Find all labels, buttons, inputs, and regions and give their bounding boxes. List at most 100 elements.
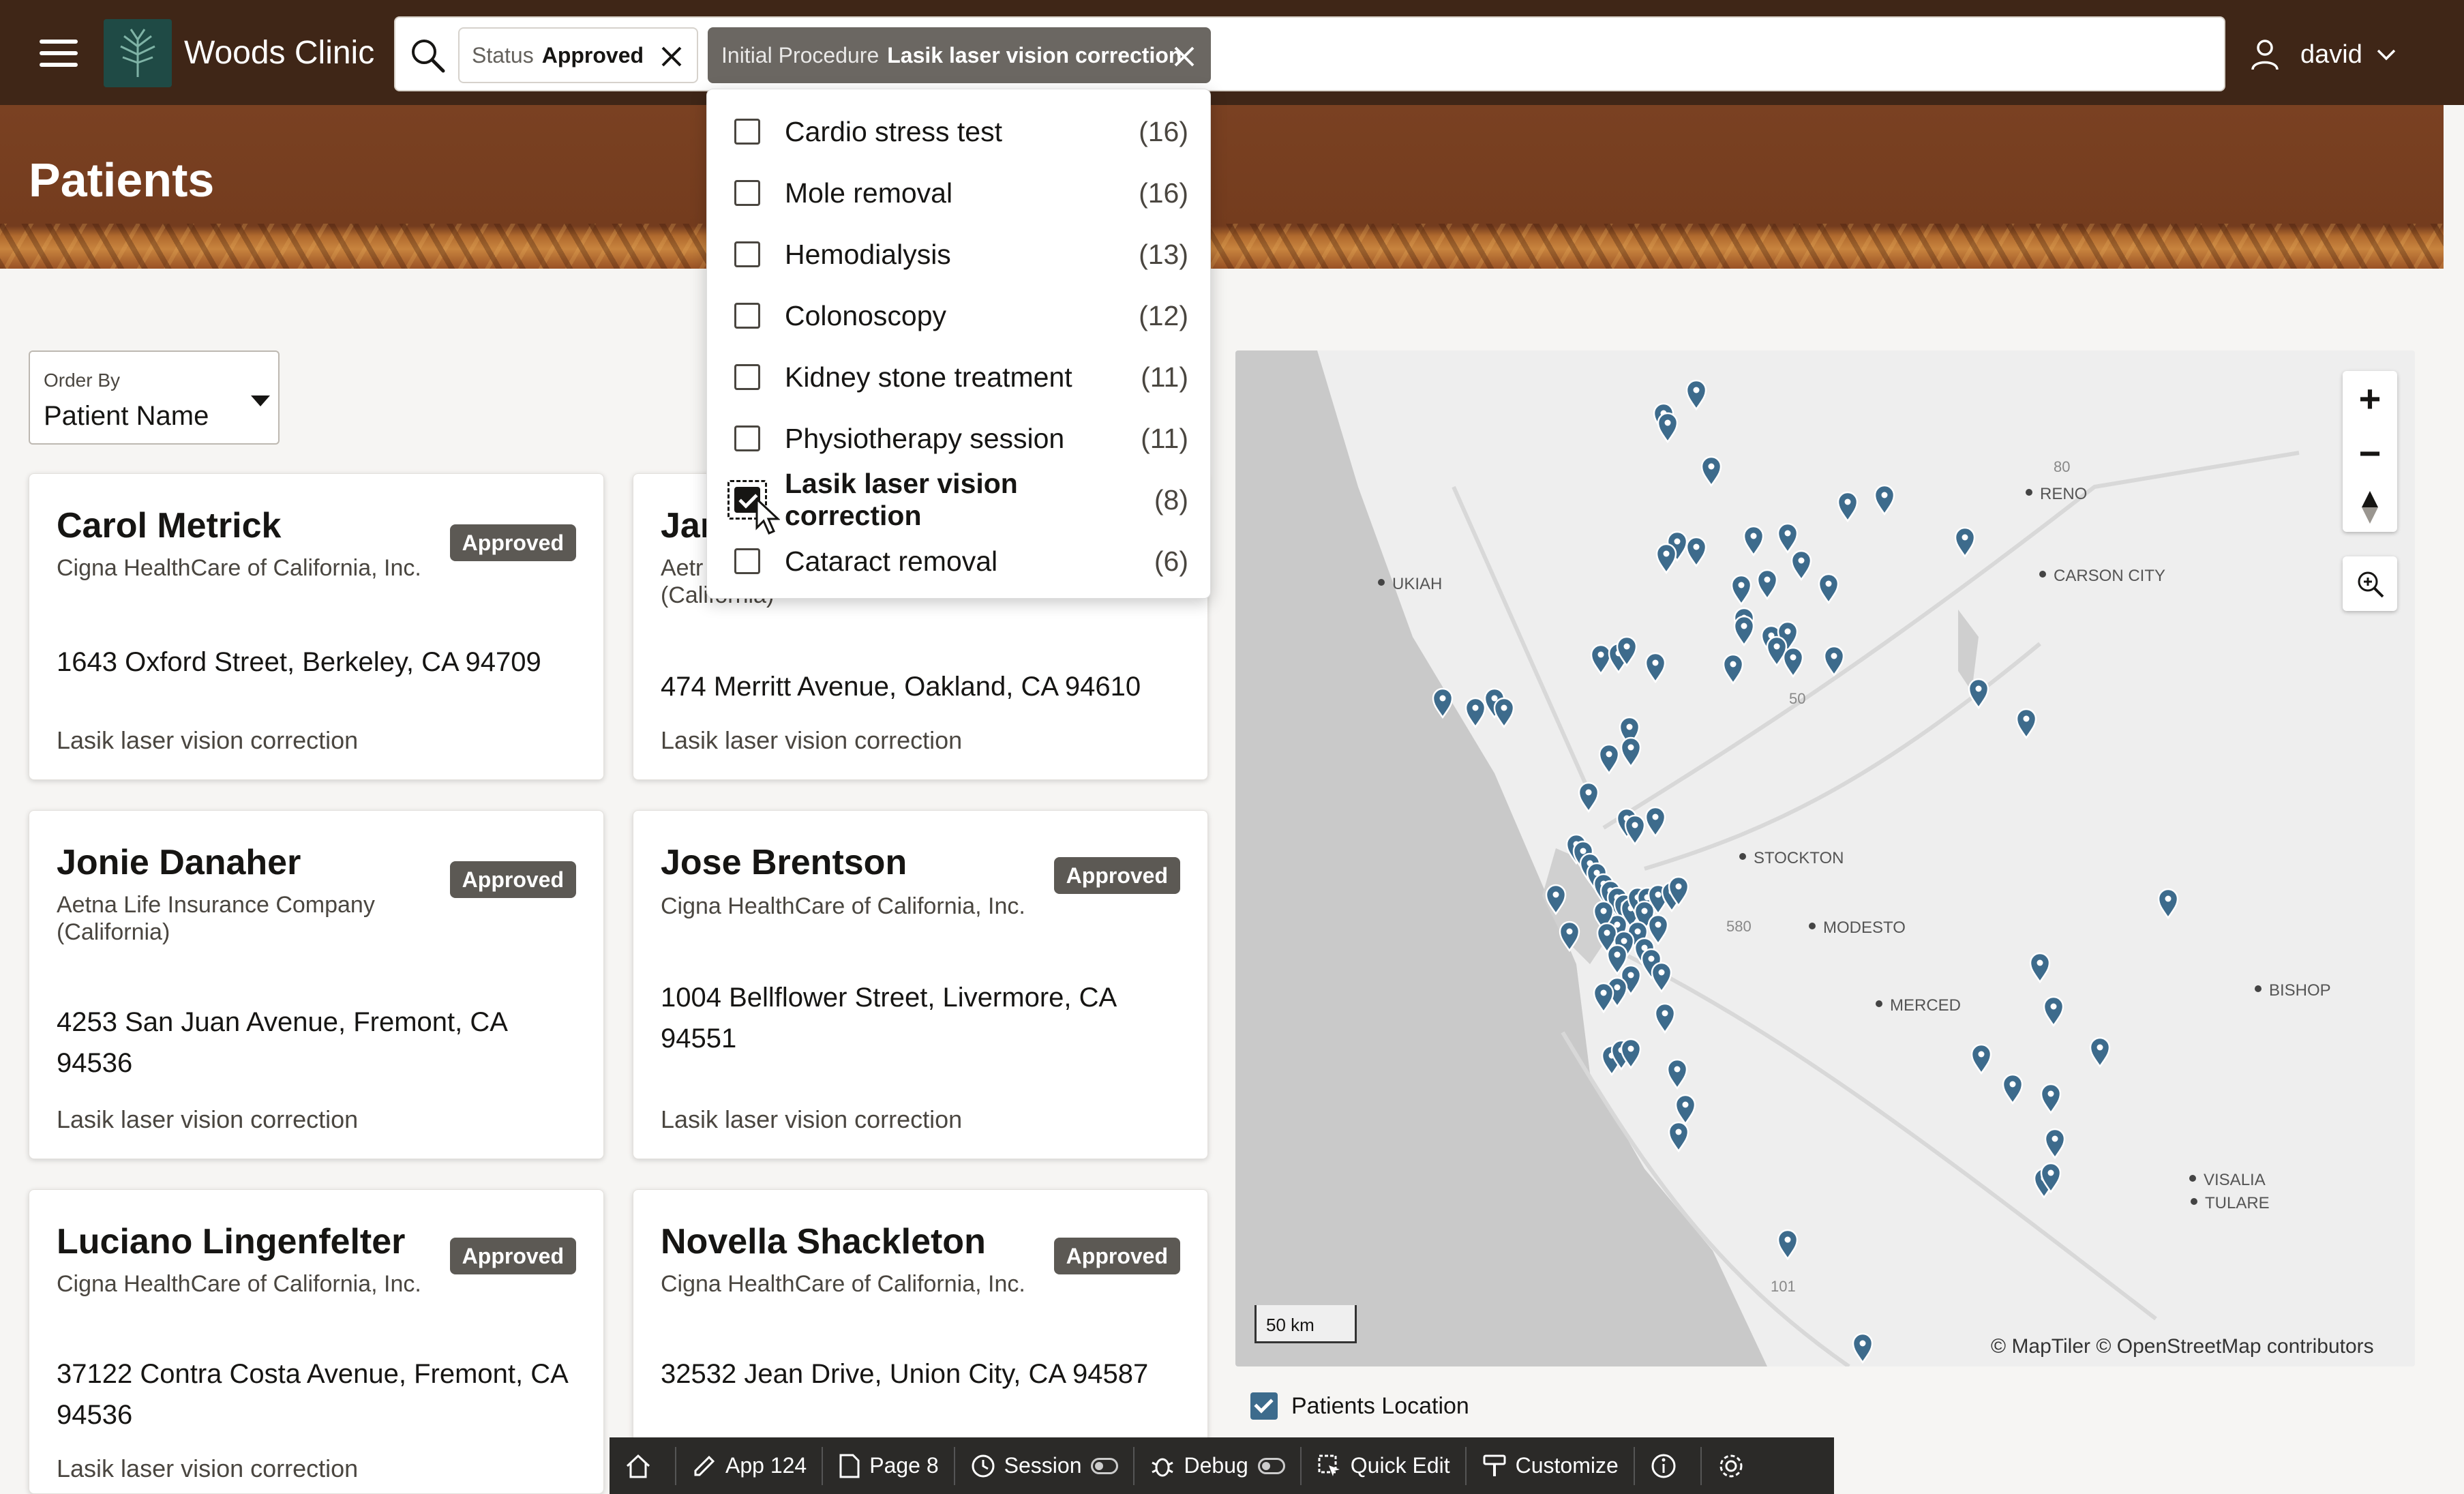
patient-marker[interactable] xyxy=(1624,814,1646,846)
patient-marker[interactable] xyxy=(1777,1229,1799,1261)
patient-marker[interactable] xyxy=(1644,652,1666,684)
patient-marker[interactable] xyxy=(2044,1128,2066,1160)
procedure-option[interactable]: Hemodialysis (13) xyxy=(734,227,1212,282)
option-checkbox[interactable] xyxy=(734,303,760,329)
patient-marker[interactable] xyxy=(1852,1332,1874,1364)
procedure-option[interactable]: Kidney stone treatment (11) xyxy=(734,350,1212,404)
filter-chip-procedure[interactable]: Initial Procedure Lasik laser vision cor… xyxy=(708,27,1211,83)
patient-card[interactable]: Luciano Lingenfelter Approved Cigna Heal… xyxy=(29,1189,604,1494)
patient-marker[interactable] xyxy=(2043,996,2064,1028)
map-canvas[interactable]: UKIAH RENO CARSON CITY STOCKTON MODESTO MERCE… xyxy=(1235,350,2415,1366)
patient-marker[interactable] xyxy=(1790,550,1812,582)
option-checkbox[interactable] xyxy=(734,180,760,206)
legend-checkbox[interactable] xyxy=(1250,1392,1278,1420)
order-by-select[interactable]: Order By Patient Name xyxy=(29,350,280,445)
procedure-option[interactable]: Lasik laser vision correction (8) xyxy=(727,468,1212,531)
patient-marker[interactable] xyxy=(1730,574,1752,606)
home-button[interactable] xyxy=(610,1437,675,1494)
patient-marker[interactable] xyxy=(1647,914,1669,946)
patient-marker[interactable] xyxy=(1743,525,1764,557)
app-button[interactable]: App 124 xyxy=(676,1437,822,1494)
zoom-fit-button[interactable] xyxy=(2343,556,2397,611)
close-icon[interactable] xyxy=(656,41,687,72)
procedure-option[interactable]: Colonoscopy (12) xyxy=(734,288,1212,343)
patient-marker[interactable] xyxy=(2089,1036,2111,1069)
zoom-out-button[interactable]: − xyxy=(2343,425,2397,480)
patient-marker[interactable] xyxy=(1598,743,1620,775)
patient-card[interactable]: Jonie Danaher Approved Aetna Life Insura… xyxy=(29,810,604,1159)
patient-marker[interactable] xyxy=(1756,569,1778,601)
compass-button[interactable] xyxy=(2343,480,2397,535)
patient-marker[interactable] xyxy=(1874,484,1895,516)
info-button[interactable] xyxy=(1635,1437,1700,1494)
patient-marker[interactable] xyxy=(1674,1094,1696,1126)
session-button[interactable]: Session xyxy=(955,1437,1134,1494)
patient-marker[interactable] xyxy=(1620,736,1642,768)
patient-marker[interactable] xyxy=(1700,455,1722,488)
patient-name: Luciano Lingenfelter xyxy=(57,1222,406,1261)
option-count: (11) xyxy=(1141,422,1188,454)
page-button[interactable]: Page 8 xyxy=(823,1437,953,1494)
search-bar[interactable]: Status Approved Initial Procedure Lasik … xyxy=(394,16,2225,91)
customize-button[interactable]: Customize xyxy=(1467,1437,1634,1494)
option-checkbox[interactable] xyxy=(734,548,760,574)
settings-button[interactable] xyxy=(1702,1437,1769,1494)
patient-marker[interactable] xyxy=(1493,697,1515,729)
patient-marker[interactable] xyxy=(1464,697,1486,729)
menu-icon[interactable] xyxy=(40,40,78,67)
patient-marker[interactable] xyxy=(1823,645,1845,677)
patient-marker[interactable] xyxy=(1837,491,1859,523)
filter-chip-status[interactable]: Status Approved xyxy=(458,27,698,83)
marker-dot xyxy=(1844,498,1851,505)
patient-marker[interactable] xyxy=(1685,379,1707,411)
procedure-option[interactable]: Physiotherapy session (11) xyxy=(734,411,1212,466)
session-toggle[interactable] xyxy=(1091,1457,1119,1474)
patient-card[interactable]: Carol Metrick Approved Cigna HealthCare … xyxy=(29,473,604,780)
user-menu[interactable]: david xyxy=(2250,34,2441,75)
compass-icon xyxy=(2362,491,2378,524)
debug-button[interactable]: Debug xyxy=(1135,1437,1299,1494)
map-fit-controls xyxy=(2343,556,2397,611)
patient-card[interactable]: Jose Brentson Approved Cigna HealthCare … xyxy=(633,810,1208,1159)
patient-marker[interactable] xyxy=(1590,644,1612,676)
option-checkbox[interactable] xyxy=(734,241,760,267)
app-name[interactable]: Woods Clinic xyxy=(184,34,374,72)
close-icon[interactable] xyxy=(1169,41,1200,72)
patient-marker[interactable] xyxy=(1782,646,1804,678)
mouse-cursor-icon xyxy=(755,498,780,535)
option-checkbox[interactable] xyxy=(734,119,760,145)
patient-marker[interactable] xyxy=(2157,888,2179,920)
patient-name: Carol Metrick xyxy=(57,506,282,546)
patients-location-toggle[interactable]: Patients Location xyxy=(1250,1392,1469,1420)
patient-marker[interactable] xyxy=(2029,952,2051,984)
procedure-option[interactable]: Cardio stress test (16) xyxy=(734,104,1212,159)
patient-marker[interactable] xyxy=(1970,1043,1992,1075)
debug-toggle[interactable] xyxy=(1257,1457,1285,1474)
patient-marker[interactable] xyxy=(1722,653,1744,685)
quick-edit-button[interactable]: Quick Edit xyxy=(1302,1437,1465,1494)
patient-marker[interactable] xyxy=(1668,1121,1689,1153)
patients-map[interactable]: UKIAH RENO CARSON CITY STOCKTON MODESTO MERCE… xyxy=(1235,350,2415,1366)
procedure-option[interactable]: Mole removal (16) xyxy=(734,166,1212,220)
patient-marker[interactable] xyxy=(1733,615,1755,647)
patient-marker[interactable] xyxy=(1685,536,1707,568)
patient-marker[interactable] xyxy=(1954,526,1976,558)
patient-marker[interactable] xyxy=(1654,1002,1676,1034)
patient-marker[interactable] xyxy=(1657,412,1679,444)
patient-marker[interactable] xyxy=(1666,1058,1688,1090)
procedure-option[interactable]: Cataract removal (6) xyxy=(734,534,1212,588)
patient-marker[interactable] xyxy=(2040,1083,2062,1115)
patient-marker[interactable] xyxy=(1593,982,1614,1014)
patient-marker[interactable] xyxy=(1818,573,1839,605)
patient-marker[interactable] xyxy=(1644,806,1666,838)
option-checkbox[interactable] xyxy=(734,364,760,390)
patient-marker[interactable] xyxy=(1578,781,1599,813)
patient-marker[interactable] xyxy=(2002,1073,2024,1105)
option-checkbox[interactable] xyxy=(734,425,760,451)
patient-marker[interactable] xyxy=(2015,708,2037,740)
patient-marker[interactable] xyxy=(1968,678,1989,710)
zoom-in-button[interactable]: + xyxy=(2343,371,2397,425)
patient-marker[interactable] xyxy=(1777,522,1799,554)
patient-marker[interactable] xyxy=(1655,543,1677,575)
patient-marker[interactable] xyxy=(1651,961,1672,993)
